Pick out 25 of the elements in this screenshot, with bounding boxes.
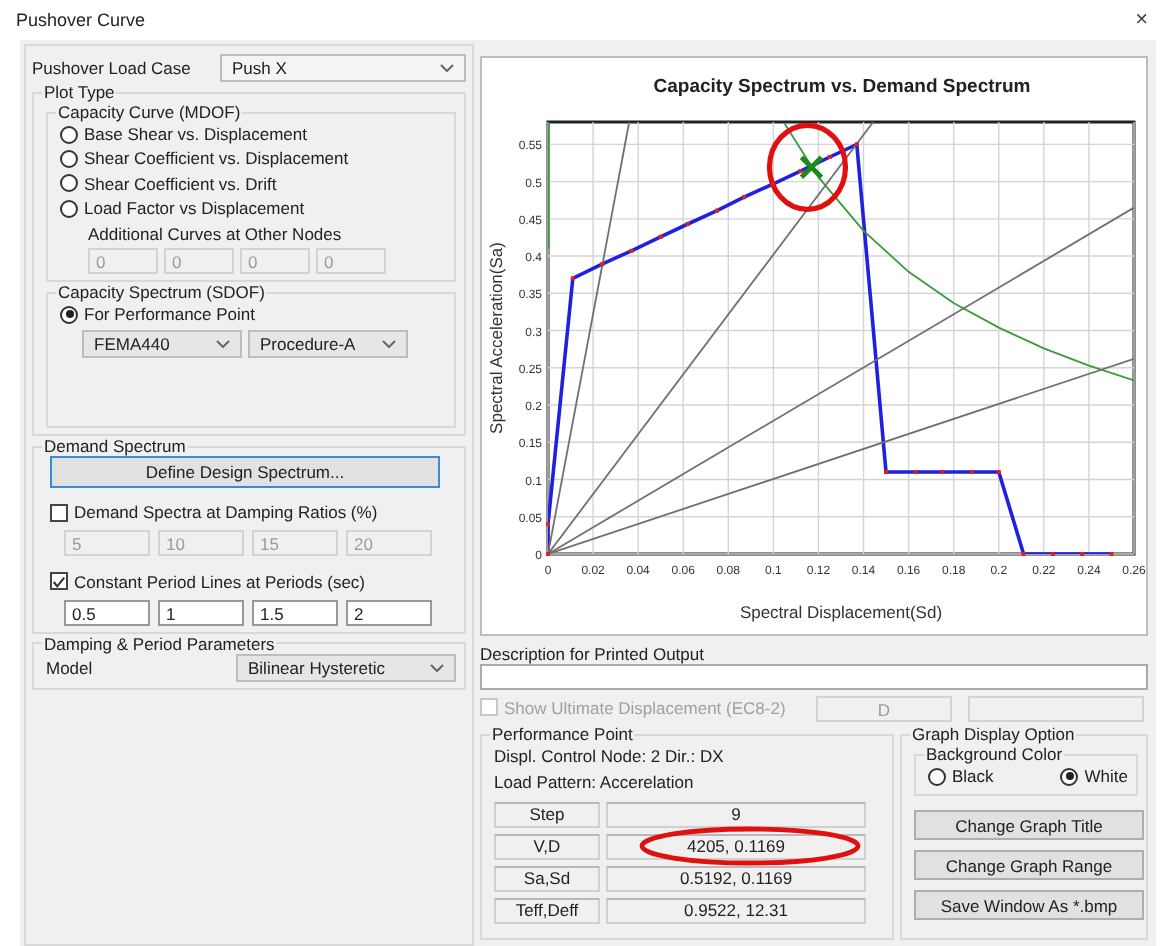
- group-title: Performance Point: [490, 724, 635, 744]
- table-cell: Step: [494, 802, 600, 828]
- chart-title: Capacity Spectrum vs. Demand Spectrum: [653, 76, 1031, 98]
- window-title: Pushover Curve: [16, 10, 146, 30]
- group-title: Capacity Curve (MDOF): [56, 102, 243, 122]
- field-label: Additional Curves at Other Nodes: [88, 224, 344, 245]
- field-label: Description for Printed Output: [480, 644, 706, 664]
- group-title: Graph Display Option: [910, 724, 1077, 744]
- table-cell: 9: [606, 802, 866, 828]
- table-cell: Sa,Sd: [494, 866, 600, 892]
- info-text: Load Pattern: Accerelation: [494, 770, 696, 796]
- table-cell: Teff,Deff: [494, 898, 600, 924]
- group-title: Capacity Spectrum (SDOF): [56, 282, 267, 303]
- group-title: Plot Type: [42, 82, 117, 102]
- axis-title: Spectral Displacement(Sd): [739, 602, 943, 622]
- group-title: Damping & Period Parameters: [42, 633, 277, 654]
- field-label: Model: [46, 657, 93, 678]
- axis-title: Spectral Acceleration(Sa): [486, 242, 506, 434]
- field-label: Pushover Load Case: [32, 57, 191, 77]
- group-title: Demand Spectrum: [42, 436, 188, 457]
- table-cell: 0.9522, 12.31: [606, 898, 866, 924]
- info-text: Displ. Control Node: 2 Dir.: DX: [494, 744, 726, 770]
- group-title: Background Color: [924, 744, 1065, 764]
- table-cell: V,D: [494, 834, 600, 860]
- table-cell: 0.5192, 0.1169: [606, 866, 866, 892]
